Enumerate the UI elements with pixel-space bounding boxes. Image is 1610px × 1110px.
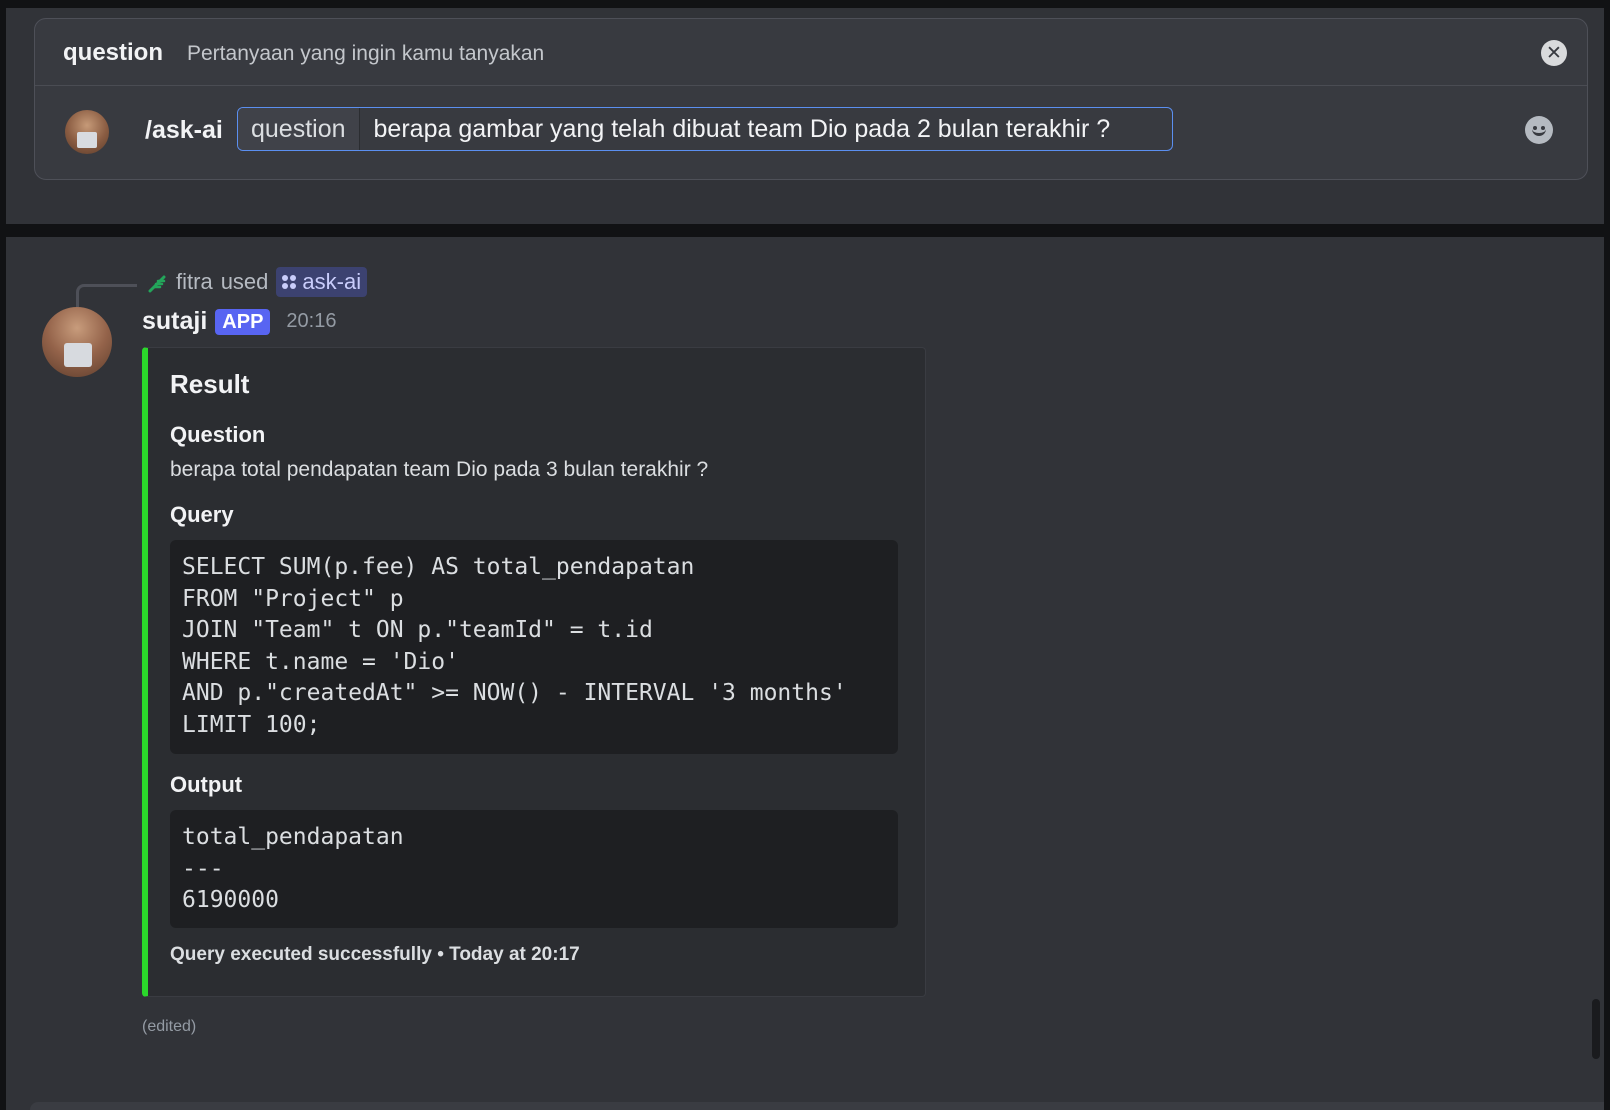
message-timestamp: 20:16 xyxy=(286,310,337,332)
code-line: WHERE t.name = 'Dio' xyxy=(182,648,459,675)
field-name-question: Question xyxy=(170,422,266,447)
command-name: /ask-ai xyxy=(145,116,223,144)
reply-username[interactable]: fitra xyxy=(176,269,213,295)
app-command-icon xyxy=(282,275,297,289)
author-username[interactable]: sutaji xyxy=(142,307,207,336)
close-icon[interactable]: ✕ xyxy=(1541,40,1567,66)
emoji-icon[interactable] xyxy=(1525,116,1553,144)
code-line: total_pendapatan xyxy=(182,824,404,850)
code-line: LIMIT 100; xyxy=(182,711,321,738)
message-header: sutaji APP 20:16 xyxy=(142,307,336,336)
code-line: JOIN "Team" t ON p."teamId" = t.id xyxy=(182,617,653,643)
field-value-question: berapa total pendapatan team Dio pada 3 … xyxy=(170,458,709,481)
command-input-row[interactable]: /ask-ai question berapa gambar yang tela… xyxy=(35,86,1587,180)
command-option-label: question xyxy=(238,108,360,150)
reply-action: used xyxy=(220,269,269,294)
code-line: SELECT SUM(p.fee) AS total_pendapatan xyxy=(182,554,695,580)
scrollbar-thumb[interactable] xyxy=(1592,999,1600,1059)
option-hint-description: Pertanyaan yang ingin kamu tanyakan xyxy=(187,42,545,65)
output-code-block: total_pendapatan --- 6190000 xyxy=(170,810,898,928)
field-name-query: Query xyxy=(170,502,234,527)
embed-title: Result xyxy=(170,369,250,399)
command-composer-panel: question Pertanyaan yang ingin kamu tany… xyxy=(6,8,1604,224)
command-chip-label: ask-ai xyxy=(302,269,362,294)
command-option-value[interactable]: berapa gambar yang telah dibuat team Dio… xyxy=(360,108,1125,150)
author-avatar[interactable] xyxy=(42,307,112,377)
code-line: 6190000 xyxy=(182,887,279,913)
message-panel: fitra used ask-ai sutaji APP 20:16 Resul… xyxy=(6,237,1604,1110)
edited-label: (edited) xyxy=(142,1018,197,1035)
command-composer: question Pertanyaan yang ingin kamu tany… xyxy=(34,18,1588,180)
code-line: --- xyxy=(182,855,224,882)
command-chip[interactable]: ask-ai xyxy=(276,267,368,297)
app-badge: APP xyxy=(215,308,271,335)
option-hint-name: question xyxy=(63,39,163,66)
bot-avatar xyxy=(65,110,109,154)
field-name-output: Output xyxy=(170,772,243,797)
code-line: FROM "Project" p xyxy=(182,585,404,612)
code-line: AND p."createdAt" >= NOW() - INTERVAL '3… xyxy=(182,680,847,706)
feather-icon xyxy=(148,275,166,293)
result-embed: Result Question berapa total pendapatan … xyxy=(142,347,926,997)
command-option-input[interactable]: question berapa gambar yang telah dibuat… xyxy=(237,107,1173,151)
embed-footer: Query executed successfully • Today at 2… xyxy=(170,944,580,965)
command-reply-line[interactable]: fitra used ask-ai xyxy=(146,267,368,297)
option-hint-bar: question Pertanyaan yang ingin kamu tany… xyxy=(35,19,1587,86)
query-code-block: SELECT SUM(p.fee) AS total_pendapatan FR… xyxy=(170,540,898,754)
reply-connector xyxy=(76,284,137,307)
message-composer-edge xyxy=(30,1102,1604,1110)
